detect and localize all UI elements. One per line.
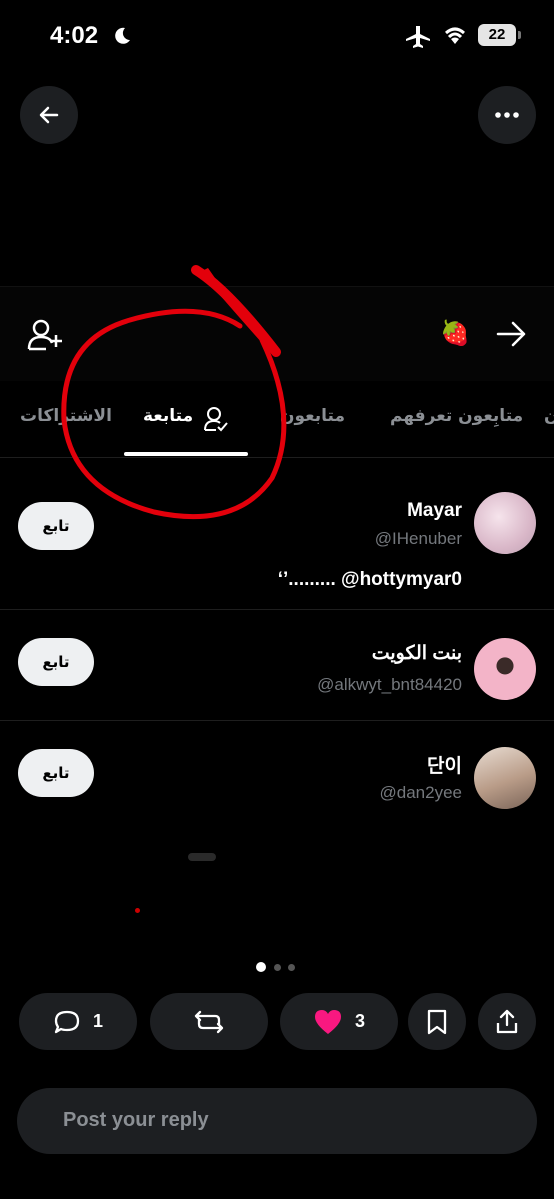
user-bio: ‘’......... @hottymyar0 xyxy=(277,569,462,590)
repost-icon xyxy=(194,1010,224,1033)
share-icon xyxy=(496,1009,518,1033)
user-name: بنت الكويت xyxy=(371,643,462,664)
wifi-icon xyxy=(445,27,465,44)
more-options-button[interactable] xyxy=(478,86,536,144)
avatar[interactable] xyxy=(474,638,536,700)
list-item[interactable]: بنت الكويت @alkwyt_bnt84420 تابع xyxy=(0,610,554,721)
tab-subscriptions[interactable]: الاشتراكات xyxy=(20,406,112,426)
embedded-screenshot[interactable]: 🍓 ن متابِعون تعرفهم متابعون متابعة الاشت… xyxy=(0,286,554,820)
airplane-icon xyxy=(406,26,430,48)
follow-button[interactable]: تابع xyxy=(18,638,94,686)
share-button[interactable] xyxy=(478,993,536,1050)
follow-button[interactable]: تابع xyxy=(18,749,94,797)
battery-indicator: 22 xyxy=(478,24,521,46)
tab-followers[interactable]: متابعون xyxy=(280,406,345,426)
user-handle: @dan2yee xyxy=(379,783,463,802)
back-button[interactable] xyxy=(20,86,78,144)
repost-button[interactable] xyxy=(150,993,268,1050)
arrow-left-icon xyxy=(39,106,59,124)
strawberry-emoji: 🍓 xyxy=(440,319,470,347)
tab-partial[interactable]: ن xyxy=(544,406,554,426)
media-pager xyxy=(254,962,304,974)
status-time: 4:02 xyxy=(50,22,99,49)
list-item[interactable]: Mayar @IHenuber ‘’......... @hottymyar0 … xyxy=(0,468,554,610)
red-dot xyxy=(135,908,140,913)
tab-following[interactable]: متابعة xyxy=(143,406,193,426)
add-user-icon[interactable] xyxy=(26,317,66,353)
user-name: 단이 xyxy=(427,756,462,777)
user-name: Mayar xyxy=(407,500,462,521)
more-horizontal-icon xyxy=(495,112,519,118)
following-check-icon xyxy=(204,407,228,432)
comment-icon xyxy=(54,1010,80,1033)
reply-button[interactable]: 1 xyxy=(19,993,137,1050)
reply-input[interactable]: Post your reply xyxy=(17,1088,537,1154)
like-button[interactable]: 3 xyxy=(280,993,398,1050)
pager-dot xyxy=(274,964,281,971)
pager-dot xyxy=(288,964,295,971)
user-handle: @alkwyt_bnt84420 xyxy=(317,675,462,694)
image-artifact xyxy=(188,853,216,861)
like-count: 3 xyxy=(354,1011,365,1031)
follow-button[interactable]: تابع xyxy=(18,502,94,550)
heart-icon xyxy=(314,1009,341,1034)
list-item[interactable]: 단이 @dan2yee تابع xyxy=(0,721,554,820)
avatar[interactable] xyxy=(474,492,536,554)
reply-count: 1 xyxy=(92,1011,103,1031)
bookmark-button[interactable] xyxy=(408,993,466,1050)
bookmark-icon xyxy=(427,1009,447,1034)
tab-followers-you-know[interactable]: متابِعون تعرفهم xyxy=(390,406,523,426)
active-tab-underline xyxy=(124,452,248,456)
pager-dot-active xyxy=(256,962,266,972)
tabs-bar: ن متابِعون تعرفهم متابعون متابعة الاشترا… xyxy=(0,386,554,458)
user-handle: @IHenuber xyxy=(374,529,462,548)
avatar[interactable] xyxy=(474,747,536,809)
embedded-topbar: 🍓 xyxy=(0,286,554,381)
status-bar: 4:02 22 xyxy=(0,0,554,72)
reply-placeholder: Post your reply xyxy=(63,1109,209,1131)
moon-icon xyxy=(115,27,130,44)
arrow-right-icon[interactable] xyxy=(494,319,528,349)
